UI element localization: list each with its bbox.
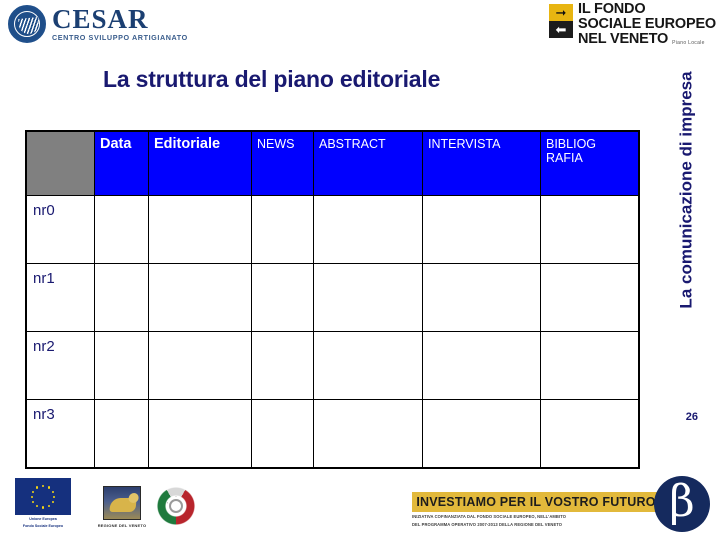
italia-logo [152, 486, 200, 526]
fse-veneto-logo: ➞ ⬅ IL FONDO SOCIALE EUROPEO NEL VENETO … [549, 2, 716, 46]
investimento-banner: INVESTIAMO PER IL VOSTRO FUTURO INIZIATI… [412, 492, 660, 528]
beta-glyph: β [669, 476, 695, 527]
beta-circle-logo-icon: β [654, 476, 710, 532]
cell-nr1-news[interactable] [251, 263, 314, 332]
investimento-subline-2: DEL PROGRAMMA OPERATIVO 2007-2013 DELLA … [412, 522, 563, 528]
eu-caption-line-2: Fondo Sociale Europeo [22, 523, 64, 528]
fse-line-1: IL FONDO [578, 1, 646, 17]
column-header-intervista: INTERVISTA [422, 130, 541, 196]
row-label-nr1: nr1 [25, 263, 95, 332]
cell-nr0-data[interactable] [94, 195, 149, 264]
row-label-nr2: nr2 [25, 331, 95, 400]
cell-nr1-intervista[interactable] [422, 263, 541, 332]
cell-nr3-bibliografia[interactable] [540, 399, 640, 469]
veneto-lion-icon [103, 486, 141, 520]
column-header-abstract: ABSTRACT [313, 130, 423, 196]
arrow-right-icon: ➞ [549, 4, 573, 21]
cell-nr3-editoriale[interactable] [148, 399, 252, 469]
veneto-caption: REGIONE DEL VENETO [97, 523, 147, 528]
cell-nr0-intervista[interactable] [422, 195, 541, 264]
page-number: 26 [685, 411, 698, 423]
page-title: La struttura del piano editoriale [103, 66, 441, 92]
veneto-lion-shape [109, 498, 137, 512]
fse-arrow-block: ➞ ⬅ [549, 4, 573, 38]
cesar-circle-wave-icon [8, 5, 46, 43]
cell-nr3-data[interactable] [94, 399, 149, 469]
slide-footer: Unione Europea Fondo Sociale Europeo REG… [0, 468, 720, 540]
cell-nr2-news[interactable] [251, 331, 314, 400]
cell-nr2-intervista[interactable] [422, 331, 541, 400]
cell-nr1-editoriale[interactable] [148, 263, 252, 332]
eu-stars [31, 484, 56, 509]
cell-nr0-bibliografia[interactable] [540, 195, 640, 264]
cell-nr3-abstract[interactable] [313, 399, 423, 469]
row-label-nr3: nr3 [25, 399, 95, 469]
table-row: nr3 [25, 399, 640, 469]
investimento-headline: INVESTIAMO PER IL VOSTRO FUTURO [412, 492, 660, 513]
table-row: nr2 [25, 331, 640, 400]
investimento-subline-1: INIZIATIVA COFINANZIATA DAL FONDO SOCIAL… [412, 514, 567, 520]
cell-nr1-abstract[interactable] [313, 263, 423, 332]
fse-line-2: SOCIALE EUROPEO [578, 15, 716, 32]
veneto-logo: REGIONE DEL VENETO [86, 486, 158, 528]
cesar-subtitle: CENTRO SVILUPPO ARTIGIANATO [52, 33, 188, 43]
cell-nr2-data[interactable] [94, 331, 149, 400]
repubblica-italiana-emblem-icon [156, 486, 196, 526]
cesar-name: CESAR [52, 4, 149, 35]
table-header-row: Data Editoriale NEWS ABSTRACT INTERVISTA… [25, 130, 640, 196]
editorial-plan-table: Data Editoriale NEWS ABSTRACT INTERVISTA… [25, 130, 640, 469]
cell-nr0-editoriale[interactable] [148, 195, 252, 264]
side-banner-label: La comunicazione di impresa [677, 71, 696, 309]
table-body: nr0 nr1 nr2 nr3 [25, 195, 640, 469]
cell-nr3-news[interactable] [251, 399, 314, 469]
cell-nr2-editoriale[interactable] [148, 331, 252, 400]
cell-nr0-abstract[interactable] [313, 195, 423, 264]
table-corner-cell [25, 130, 95, 196]
table-row: nr1 [25, 263, 640, 332]
eu-caption-line-1: Unione Europea [29, 517, 57, 522]
eu-logo: Unione Europea Fondo Sociale Europeo [12, 478, 74, 528]
cell-nr1-bibliografia[interactable] [540, 263, 640, 332]
fse-wordmark: IL FONDO SOCIALE EUROPEO NEL VENETO Pian… [578, 2, 716, 46]
arrow-left-icon: ⬅ [549, 21, 573, 38]
table-row: nr0 [25, 195, 640, 264]
slide-root: { "header": { "cesar": { "name": "CESAR"… [0, 0, 720, 540]
column-header-bibliografia: BIBLIOG RAFIA [540, 130, 640, 196]
cogwheel-shape [169, 499, 183, 513]
table-header-row-group: Data Editoriale NEWS ABSTRACT INTERVISTA… [25, 130, 640, 196]
cell-nr3-intervista[interactable] [422, 399, 541, 469]
column-header-editoriale: Editoriale [148, 130, 252, 196]
row-label-nr0: nr0 [25, 195, 95, 264]
cell-nr2-bibliografia[interactable] [540, 331, 640, 400]
column-header-data: Data [94, 130, 149, 196]
cell-nr1-data[interactable] [94, 263, 149, 332]
cell-nr2-abstract[interactable] [313, 331, 423, 400]
column-header-news: NEWS [251, 130, 314, 196]
cesar-logo: CESAR CENTRO SVILUPPO ARTIGIANATO [8, 4, 188, 44]
slide-header: CESAR CENTRO SVILUPPO ARTIGIANATO ➞ ⬅ IL… [0, 0, 720, 48]
eu-flag-icon [15, 478, 71, 516]
side-banner: La comunicazione di impresa [654, 44, 720, 336]
cell-nr0-news[interactable] [251, 195, 314, 264]
cesar-wordmark: CESAR CENTRO SVILUPPO ARTIGIANATO [52, 4, 188, 43]
